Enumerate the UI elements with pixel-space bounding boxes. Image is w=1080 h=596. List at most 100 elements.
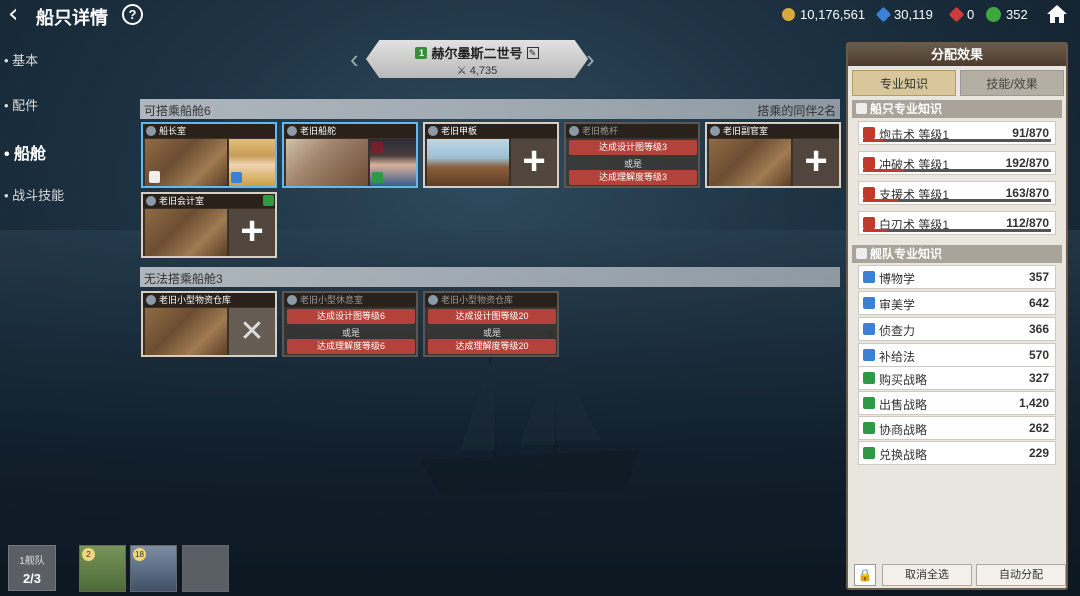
ship-banner: 1 赫尔墨斯二世号 ✎ ⚔ 4,735 [366,40,588,78]
skill-value: 366 [1028,322,1049,336]
green-gear-icon [986,7,1001,22]
tab-skill-effect[interactable]: 技能/效果 [960,70,1064,96]
cabin-icon [710,126,720,136]
nav-item-label: 战斗技能 [12,188,65,203]
ship-power-value: 4,735 [469,65,498,77]
skill-value: 229 [1028,446,1049,460]
cabin-name: 老旧船舵 [300,126,337,136]
top-bar: ‹ 船只详情 ? 10,176,561 30,119 0 352 [0,0,1080,32]
lock-toggle-icon[interactable]: 🔒 [854,564,876,586]
cabin-icon [146,196,156,206]
cabin-card[interactable]: 船长室 [141,122,277,188]
cabin-card-locked: 老旧桅杆 达成设计图等级3 或是 达成理解度等级3 [564,122,700,188]
cabin-card[interactable]: 老旧会计室 + [141,192,277,258]
skill-progress-track [863,229,1051,232]
cabin-name: 老旧副官室 [723,126,769,136]
cabin-name: 老旧桅杆 [582,126,619,136]
add-crew-plus-icon[interactable]: + [793,139,839,186]
ship-level-badge: 2 [82,548,95,561]
cabin-icon [428,126,438,136]
cabin-card[interactable]: 老旧副官室 + [705,122,841,188]
requirement-or: 或是 [482,328,501,338]
cabin-room-image [145,209,227,256]
knowledge-icon [863,323,875,335]
fleet-skill-row: 博物学 357 [858,265,1056,289]
unlock-requirement: 达成理解度等级20 [428,339,556,354]
skill-value: 262 [1028,421,1049,435]
ship-level-badge: 1 [415,46,428,59]
cabin-icon [569,126,579,136]
cabin-room-image [427,139,509,186]
fleet-skill-row: 补给法 570 [858,343,1056,367]
cabin-card[interactable]: 老旧小型物资仓库 ✕ [141,291,277,357]
skill-badge-icon [231,172,242,183]
cabin-title: 老旧船舵 [284,124,416,138]
fleet-ship-slot[interactable]: 18 [130,545,177,592]
knowledge-icon [863,271,875,283]
nav-item-battle-skill[interactable]: • 战斗技能 [4,185,64,204]
add-crew-plus-icon[interactable]: + [229,209,275,256]
prev-ship-arrow-icon[interactable]: ‹ [350,44,366,74]
fleet-label: 1舰队 [19,556,45,567]
fleet-ship-slot[interactable]: 2 [79,545,126,592]
next-ship-arrow-icon[interactable]: › [586,44,602,74]
ship-power: ⚔ 4,735 [456,65,498,77]
skill-value: 357 [1028,270,1049,284]
red-gem-value: 0 [967,7,975,22]
group-label: 船只专业知识 [870,102,943,116]
requirement-or: 或是 [623,159,642,169]
trade-icon [863,447,875,459]
tab-expertise[interactable]: 专业知识 [852,70,956,96]
skill-value: 1,420 [1018,396,1049,410]
nav-item-basic[interactable]: • 基本 [4,50,38,69]
cabin-room-image [709,139,791,186]
nav-item-label: 配件 [12,98,39,113]
auto-assign-button[interactable]: 自动分配 [976,564,1066,586]
fleet-skill-row: 审美学 642 [858,291,1056,315]
ship-icon [856,103,867,114]
fleet-count: 2/3 [22,571,42,586]
nav-item-parts[interactable]: • 配件 [4,95,38,114]
gold-value: 10,176,561 [800,7,866,22]
crew-note: 搭乘的同伴2名 [757,104,836,118]
nav-item-cabin[interactable]: • 船舱 [4,140,46,164]
cabin-card[interactable]: 老旧甲板 + [423,122,559,188]
help-icon[interactable]: ? [122,4,143,25]
nav-item-label: 船舱 [14,146,47,163]
trade-icon [863,397,875,409]
edit-icon[interactable]: ✎ [526,46,539,59]
ship-skill-row: 支援术 等级1 163/870 [858,181,1056,205]
skill-progress-track [863,169,1051,172]
ship-expertise-header: 船只专业知识 [852,100,1062,118]
blue-gem-value: 30,119 [894,7,933,22]
panel-title: 分配效果 [848,44,1066,66]
fleet-skill-row: 出售战略 1,420 [858,391,1056,415]
cabin-title: 老旧甲板 [425,124,557,138]
home-icon[interactable] [1046,4,1068,24]
cabin-card[interactable]: 老旧船舵 [282,122,418,188]
cancel-all-button[interactable]: 取消全选 [882,564,972,586]
page-title: 船只详情 [36,8,108,28]
unboardable-title: 无法搭乘船舱3 [144,272,223,286]
crossed-swords-icon [863,187,875,199]
cabin-name: 老旧小型物资仓库 [159,295,232,305]
fleet-selector[interactable]: 1舰队 2/3 [8,545,56,591]
skill-name: 购买战略 [879,373,928,387]
trade-icon [863,372,875,384]
cabin-title: 老旧会计室 [143,194,275,208]
fleet-empty-slot[interactable] [182,545,229,592]
gold-coin-icon [782,8,795,21]
cabin-icon [287,295,297,305]
fleet-skill-row: 购买战略 327 [858,366,1056,390]
fleet-icon [856,248,867,259]
back-arrow-icon[interactable]: ‹ [8,1,18,27]
currency-green-gear: 352 [986,7,1028,22]
unlock-requirement: 达成理解度等级3 [569,170,697,185]
skill-value: 192/870 [1005,156,1049,170]
unlock-requirement: 达成设计图等级3 [569,140,697,155]
skill-badge-icon [263,195,274,206]
add-crew-plus-icon[interactable]: + [511,139,557,186]
cabin-title: 船长室 [143,124,275,138]
skill-value: 112/870 [1006,216,1049,230]
cabin-title: 老旧副官室 [707,124,839,138]
